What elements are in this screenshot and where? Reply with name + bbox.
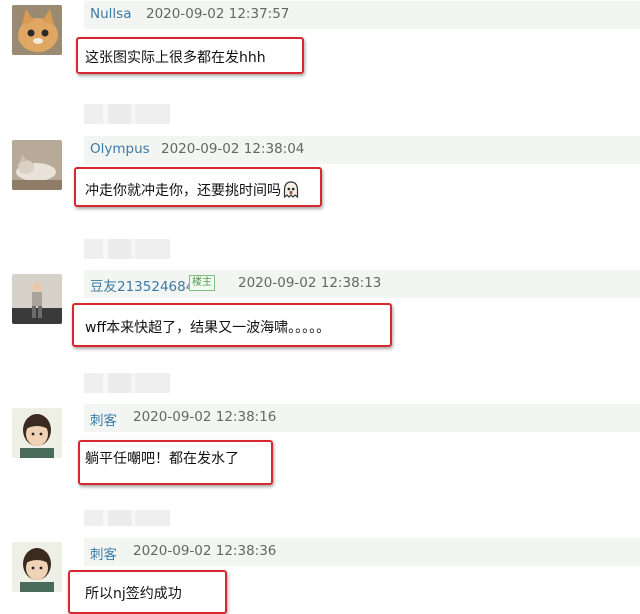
avatar[interactable] bbox=[12, 5, 62, 55]
avatar[interactable] bbox=[12, 140, 62, 190]
comment-time: 2020-09-02 12:37:57 bbox=[146, 6, 290, 22]
username-link[interactable]: 豆友213524684 bbox=[90, 275, 194, 295]
username-link[interactable]: Olympus bbox=[90, 141, 150, 157]
comment-item: 刺客 2020-09-02 12:38:16 躺平任嘲吧！都在发水了 bbox=[0, 403, 640, 537]
comment-item: 刺客 2020-09-02 12:38:36 所以nj签约成功 bbox=[0, 537, 640, 614]
comment-meta: 刺客 2020-09-02 12:38:16 bbox=[84, 404, 640, 432]
avatar[interactable] bbox=[12, 542, 62, 592]
comment-meta: Nullsa 2020-09-02 12:37:57 bbox=[84, 1, 640, 29]
comment-meta: Olympus 2020-09-02 12:38:04 bbox=[84, 136, 640, 164]
username-link[interactable]: 刺客 bbox=[90, 543, 117, 563]
red-highlight-box bbox=[76, 37, 304, 74]
avatar[interactable] bbox=[12, 408, 62, 458]
red-highlight-box bbox=[68, 570, 227, 614]
blurred-actions bbox=[84, 373, 170, 393]
red-highlight-box bbox=[72, 303, 392, 347]
blurred-actions bbox=[84, 104, 170, 124]
red-highlight-box bbox=[78, 440, 273, 485]
comment-item: Nullsa 2020-09-02 12:37:57 这张图实际上很多都在发hh… bbox=[0, 0, 640, 134]
op-badge: 楼主 bbox=[189, 275, 215, 291]
avatar[interactable] bbox=[12, 274, 62, 324]
comment-meta: 刺客 2020-09-02 12:38:36 bbox=[84, 538, 640, 566]
comment-meta: 豆友213524684 楼主 2020-09-02 12:38:13 bbox=[84, 270, 640, 298]
comment-item: Olympus 2020-09-02 12:38:04 冲走你就冲走你，还要挑时… bbox=[0, 135, 640, 269]
blurred-actions bbox=[84, 239, 170, 259]
red-highlight-box bbox=[74, 167, 322, 207]
comment-time: 2020-09-02 12:38:16 bbox=[133, 409, 277, 425]
comment-time: 2020-09-02 12:38:04 bbox=[161, 141, 305, 157]
comment-time: 2020-09-02 12:38:36 bbox=[133, 543, 277, 559]
blurred-actions bbox=[84, 510, 170, 526]
username-link[interactable]: Nullsa bbox=[90, 6, 131, 22]
username-link[interactable]: 刺客 bbox=[90, 409, 117, 429]
comment-item: 豆友213524684 楼主 2020-09-02 12:38:13 wff本来… bbox=[0, 269, 640, 403]
comment-time: 2020-09-02 12:38:13 bbox=[238, 275, 382, 291]
